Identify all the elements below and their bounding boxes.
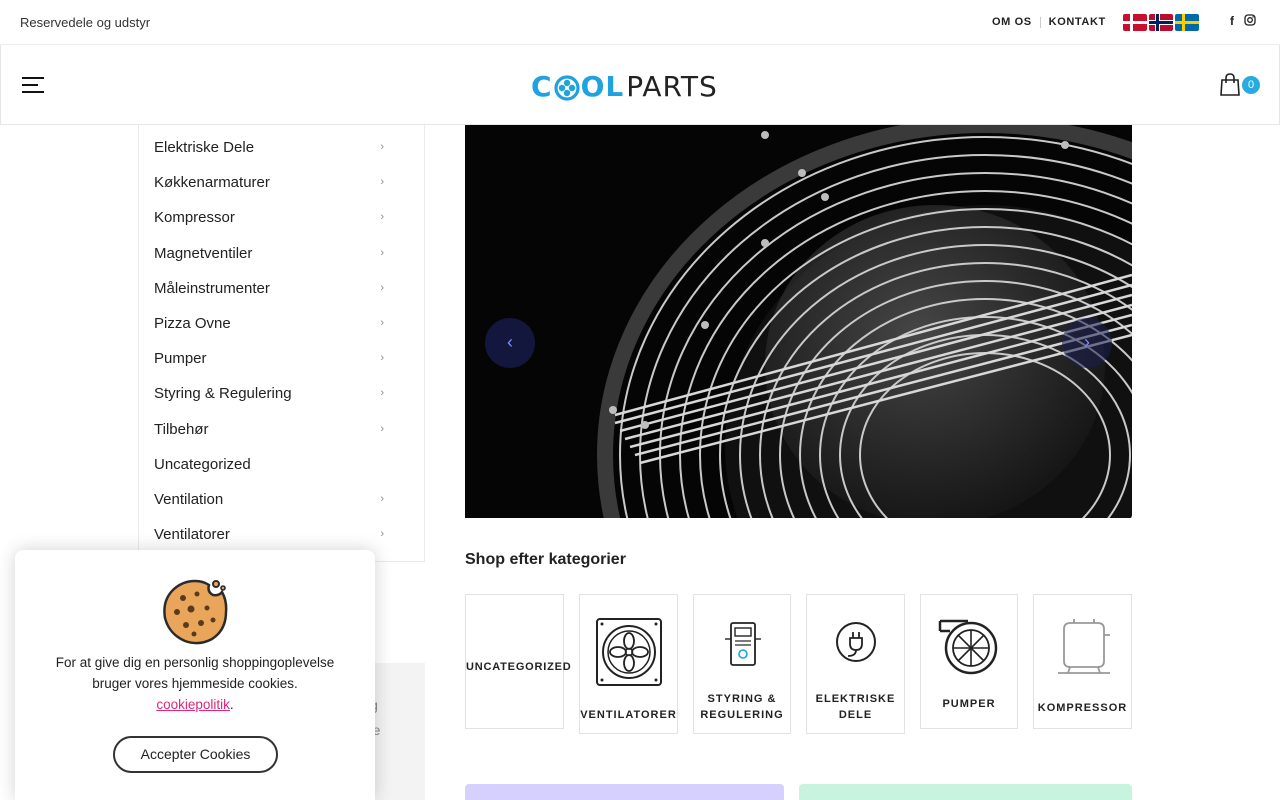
pump-icon xyxy=(938,619,998,675)
cookie-icon xyxy=(163,579,228,645)
logo-parts: PARTS xyxy=(626,69,718,103)
chevron-right-icon: › xyxy=(380,352,384,364)
controller-icon xyxy=(725,622,761,666)
danish-flag-icon[interactable] xyxy=(1123,14,1147,31)
shopping-bag-icon xyxy=(1220,73,1240,96)
tile-label: DELE xyxy=(838,709,873,721)
sidebar-item-ventilatorer[interactable]: Ventilatorer › xyxy=(154,526,384,550)
cart-button[interactable]: 0 xyxy=(1219,73,1263,99)
fan-photo xyxy=(465,125,1132,518)
cart-count-badge: 0 xyxy=(1242,76,1260,94)
instagram-icon[interactable] xyxy=(1244,14,1256,29)
tagline: Reservedele og udstyr xyxy=(20,15,151,30)
accept-cookies-button[interactable]: Accepter Cookies xyxy=(113,736,278,773)
chevron-right-icon: › xyxy=(380,176,384,188)
tile-label: VENTILATORER xyxy=(580,709,677,721)
tile-label: REGULERING xyxy=(700,709,784,721)
sidebar-item-tilbehoer[interactable]: Tilbehør › xyxy=(154,421,384,445)
cookie-consent-dialog: For at give dig en personlig shoppingopl… xyxy=(15,550,375,800)
chevron-right-icon: › xyxy=(380,423,384,435)
fan-icon xyxy=(596,618,662,686)
chevron-right-icon: › xyxy=(380,317,384,329)
tile-label: PUMPER xyxy=(942,698,996,710)
chevron-right-icon: › xyxy=(380,387,384,399)
sidebar-item-elektriske-dele[interactable]: Elektriske Dele › xyxy=(154,139,384,163)
sidebar-item-pumper[interactable]: Pumper › xyxy=(154,350,384,374)
cookie-policy-link[interactable]: cookiepolitik xyxy=(156,697,230,712)
chevron-right-icon: › xyxy=(380,282,384,294)
plug-icon xyxy=(836,622,876,662)
main-header: C OL PARTS 0 xyxy=(0,45,1280,125)
compressor-icon xyxy=(1058,619,1110,674)
tile-label: UNCATEGORIZED xyxy=(466,661,572,673)
hero-slider[interactable]: ‹ › xyxy=(465,125,1132,518)
cookie-text: For at give dig en personlig shoppingopl… xyxy=(55,655,335,691)
swedish-flag-icon[interactable] xyxy=(1175,14,1199,31)
chevron-right-icon: › xyxy=(380,211,384,223)
logo-fan-icon xyxy=(553,74,580,101)
cookie-policy-line: cookiepolitik. xyxy=(156,697,234,712)
norwegian-flag-icon[interactable] xyxy=(1149,14,1173,31)
divider xyxy=(1039,16,1041,28)
category-tile-pumper[interactable]: PUMPER xyxy=(920,594,1018,729)
sidebar-item-styring-regulering[interactable]: Styring & Regulering › xyxy=(154,385,384,409)
menu-icon[interactable] xyxy=(22,77,44,93)
social-links: f xyxy=(1230,14,1256,29)
chevron-right-icon: › xyxy=(380,493,384,505)
category-tile-elektriske-dele[interactable]: ELEKTRISKE DELE xyxy=(806,594,905,734)
promo-banner-left[interactable] xyxy=(465,784,784,800)
shop-categories-title: Shop efter kategorier xyxy=(465,551,626,568)
tile-label: STYRING & xyxy=(707,693,777,705)
slider-next-button[interactable]: › xyxy=(1062,318,1112,368)
sidebar-item-kompressor[interactable]: Kompressor › xyxy=(154,209,384,233)
top-bar: Reservedele og udstyr OM OS KONTAKT f xyxy=(0,0,1280,45)
sidebar-item-maaleinstrumenter[interactable]: Måleinstrumenter › xyxy=(154,280,384,304)
facebook-icon[interactable]: f xyxy=(1230,14,1234,29)
logo-cool: C OL xyxy=(531,69,625,103)
promo-banner-right[interactable] xyxy=(799,784,1132,800)
category-sidebar: Elektriske Dele › Køkkenarmaturer › Kompre… xyxy=(138,125,425,562)
site-logo[interactable]: C OL PARTS xyxy=(531,69,718,103)
sidebar-item-uncategorized[interactable]: Uncategorized xyxy=(154,456,384,480)
sidebar-item-magnetventiler[interactable]: Magnetventiler › xyxy=(154,245,384,269)
sidebar-item-ventilation[interactable]: Ventilation › xyxy=(154,491,384,515)
category-tile-ventilatorer[interactable]: VENTILATORER xyxy=(579,594,678,734)
sidebar-item-pizza-ovne[interactable]: Pizza Ovne › xyxy=(154,315,384,339)
about-link[interactable]: OM OS xyxy=(992,16,1032,28)
chevron-right-icon: › xyxy=(380,247,384,259)
tile-label: KOMPRESSOR xyxy=(1037,702,1128,714)
chevron-right-icon: › xyxy=(380,141,384,153)
language-switcher xyxy=(1123,14,1199,31)
tile-label: ELEKTRISKE xyxy=(815,693,896,705)
category-tile-uncategorized[interactable]: UNCATEGORIZED xyxy=(465,594,572,729)
slider-prev-button[interactable]: ‹ xyxy=(485,318,535,368)
contact-link[interactable]: KONTAKT xyxy=(1049,16,1106,28)
category-tile-kompressor[interactable]: KOMPRESSOR xyxy=(1033,594,1132,729)
top-links: OM OS KONTAKT xyxy=(992,16,1106,28)
chevron-right-icon: › xyxy=(380,528,384,540)
category-tile-styring-regulering[interactable]: STYRING & REGULERING xyxy=(693,594,791,734)
sidebar-item-koekkenarmaturer[interactable]: Køkkenarmaturer › xyxy=(154,174,384,198)
